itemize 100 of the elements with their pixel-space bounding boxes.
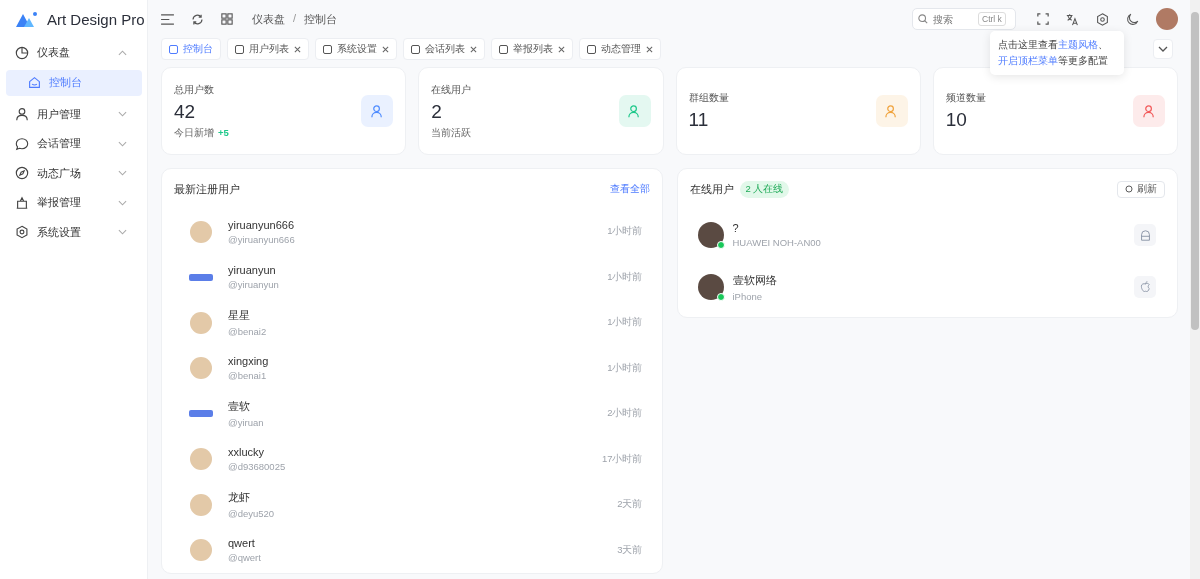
sidebar-item[interactable]: 仪表盘 [0, 38, 147, 68]
avatar [697, 222, 724, 248]
user-handle: @yiruan [228, 417, 265, 429]
scrollbar[interactable] [1190, 0, 1200, 579]
stat-label: 频道数量 [945, 91, 987, 105]
user-name: 龙虾 [228, 490, 251, 506]
tab-icon [411, 44, 420, 54]
user-name: ? [732, 222, 740, 234]
translate-icon[interactable] [1066, 12, 1079, 26]
pie-icon [15, 45, 29, 60]
user-handle: @yiruanyun666 [228, 233, 296, 245]
sidebar-item[interactable]: 用户管理 [0, 99, 147, 129]
sidebar-item[interactable]: 举报管理 [0, 188, 147, 218]
user-name: yiruanyun [228, 264, 277, 277]
stat-note: 当前活跃 [431, 126, 472, 140]
fullscreen-icon[interactable] [1037, 13, 1049, 25]
page-tab[interactable]: 会话列表 [403, 38, 485, 60]
stat-value: 2 [431, 100, 443, 123]
settings-icon [15, 225, 29, 240]
refresh-icon[interactable] [191, 12, 204, 26]
sidebar-item[interactable]: 系统设置 [0, 217, 147, 247]
search-input[interactable]: 搜索 [933, 13, 973, 25]
register-time: 2小时前 [607, 407, 643, 421]
user-name: 星星 [228, 308, 251, 324]
device-name: HUAWEI NOH-AN00 [732, 237, 822, 248]
panel-title: 最新注册用户 [174, 181, 240, 197]
user-name: xxlucky [228, 446, 266, 459]
panel-title: 在线用户 [689, 181, 734, 197]
search-icon [918, 14, 928, 24]
tab-icon [499, 44, 508, 54]
close-icon[interactable] [470, 45, 477, 53]
device-name: iPhone [732, 290, 764, 302]
chevron-icon [1158, 46, 1168, 52]
stat-value: 42 [174, 100, 197, 123]
user-name: xingxing [228, 355, 270, 368]
report-icon [15, 195, 29, 210]
user-name: 壹软网络 [732, 272, 778, 288]
sidebar-item[interactable]: 动态广场 [0, 158, 147, 188]
tab-icon [323, 44, 332, 54]
stat-label: 总用户数 [174, 82, 215, 97]
robot-icon [1134, 224, 1156, 246]
close-icon[interactable] [646, 45, 653, 53]
breadcrumb-item[interactable]: 控制台 [304, 11, 338, 27]
menu-icon[interactable] [161, 13, 174, 25]
breadcrumb-separator: / [293, 11, 297, 26]
avatar [190, 357, 212, 380]
tab-icon [235, 44, 244, 54]
user-avatar[interactable] [1156, 8, 1178, 30]
register-time: 3天前 [617, 543, 643, 557]
apple-icon [1134, 276, 1156, 298]
user-handle: @d93680025 [228, 461, 287, 473]
close-icon[interactable] [558, 45, 565, 53]
logo-placeholder [189, 273, 213, 281]
chevron-icon [118, 229, 127, 236]
user-name: qwert [228, 537, 256, 550]
app-title: Art Design Pro [47, 10, 145, 28]
page-tab[interactable]: 用户列表 [227, 38, 309, 60]
avatar [697, 274, 724, 300]
register-time: 1小时前 [607, 270, 643, 284]
user-handle: @benai1 [228, 370, 268, 382]
search-box[interactable]: 搜索 Ctrl k [912, 8, 1016, 30]
chevron-icon [118, 111, 127, 118]
chevron-icon [118, 170, 127, 177]
tab-icon [169, 44, 178, 54]
user-handle: @benai2 [228, 326, 268, 338]
chevron-icon [118, 140, 127, 147]
user-handle: @qwert [228, 552, 262, 564]
logo-icon [16, 11, 38, 27]
avatar [190, 220, 212, 243]
stat-label: 群组数量 [688, 91, 730, 105]
grid-icon[interactable] [221, 13, 233, 25]
close-icon[interactable] [294, 45, 301, 53]
breadcrumb-item[interactable]: 仪表盘 [252, 11, 285, 27]
settings-link[interactable]: 开启顶栏菜单 [998, 55, 1058, 66]
logo-placeholder [189, 410, 213, 418]
tooltip-text: 点击这里查看主题风格、 开启顶栏菜单等更多配置 [998, 38, 1109, 68]
page-tab[interactable]: 动态管理 [579, 38, 661, 60]
refresh-button[interactable]: 刷新 [1117, 180, 1165, 198]
home-icon [28, 76, 41, 89]
avatar [190, 448, 212, 471]
register-time: 1小时前 [607, 225, 643, 239]
online-count-badge: 2 人在线 [739, 180, 790, 198]
chat-icon [15, 136, 29, 151]
page-tab[interactable]: 举报列表 [491, 38, 573, 60]
user-name: 壹软 [228, 399, 251, 415]
view-all-link[interactable]: 查看全部 [609, 182, 650, 196]
avatar [190, 539, 212, 562]
sidebar-item[interactable]: 会话管理 [0, 129, 147, 159]
register-time: 2天前 [617, 498, 643, 512]
stat-delta: +5 [218, 126, 229, 140]
stat-value: 10 [945, 109, 968, 131]
close-icon[interactable] [382, 45, 389, 53]
page-tab[interactable]: 系统设置 [315, 38, 397, 60]
chevron-icon [118, 199, 127, 206]
settings-icon[interactable] [1096, 12, 1109, 26]
page-tab[interactable]: 控制台 [161, 38, 221, 60]
chevron-icon [118, 49, 127, 56]
settings-link[interactable]: 主题风格 [1058, 39, 1098, 50]
compass-icon [15, 166, 29, 181]
moon-icon[interactable] [1126, 12, 1139, 26]
